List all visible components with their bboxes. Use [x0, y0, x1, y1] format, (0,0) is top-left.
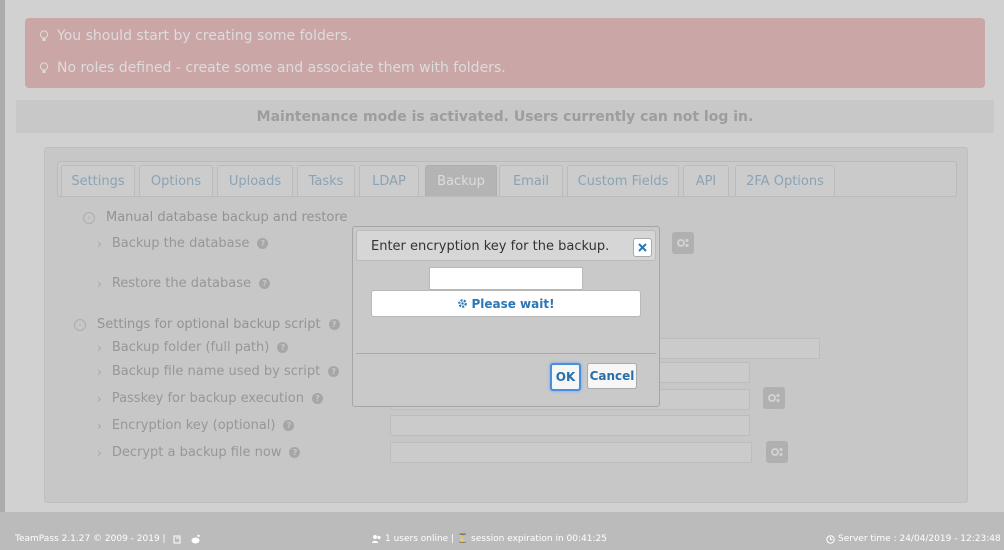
dialog-titlebar[interactable]: Enter encryption key for the backup.	[356, 230, 656, 261]
please-wait-status: Please wait!	[371, 290, 641, 317]
clock-icon	[826, 535, 835, 544]
gear-icon	[458, 299, 468, 308]
encryption-key-field[interactable]	[429, 267, 583, 290]
reddit-icon[interactable]	[190, 534, 201, 544]
footer-server-time: Server time : 24/04/2019 - 12:23:48	[838, 534, 1001, 544]
close-icon	[638, 243, 647, 252]
footer-session: 1 users online | ⏳ session expiration in…	[385, 534, 607, 544]
status-text: Please wait!	[471, 296, 555, 311]
footer-version: TeamPass 2.1.27 © 2009 - 2019 |	[15, 534, 166, 544]
dialog-divider	[356, 353, 656, 354]
ok-button[interactable]: OK	[550, 363, 581, 391]
dialog-close-button[interactable]	[633, 238, 652, 257]
footer-bar: TeamPass 2.1.27 © 2009 - 2019 | 1 users …	[0, 512, 1004, 550]
users-icon	[371, 535, 381, 543]
encryption-key-dialog: Enter encryption key for the backup. Ple…	[352, 226, 660, 407]
dialog-title: Enter encryption key for the backup.	[371, 239, 610, 254]
book-icon[interactable]	[173, 535, 182, 544]
cancel-button[interactable]: Cancel	[587, 363, 637, 389]
